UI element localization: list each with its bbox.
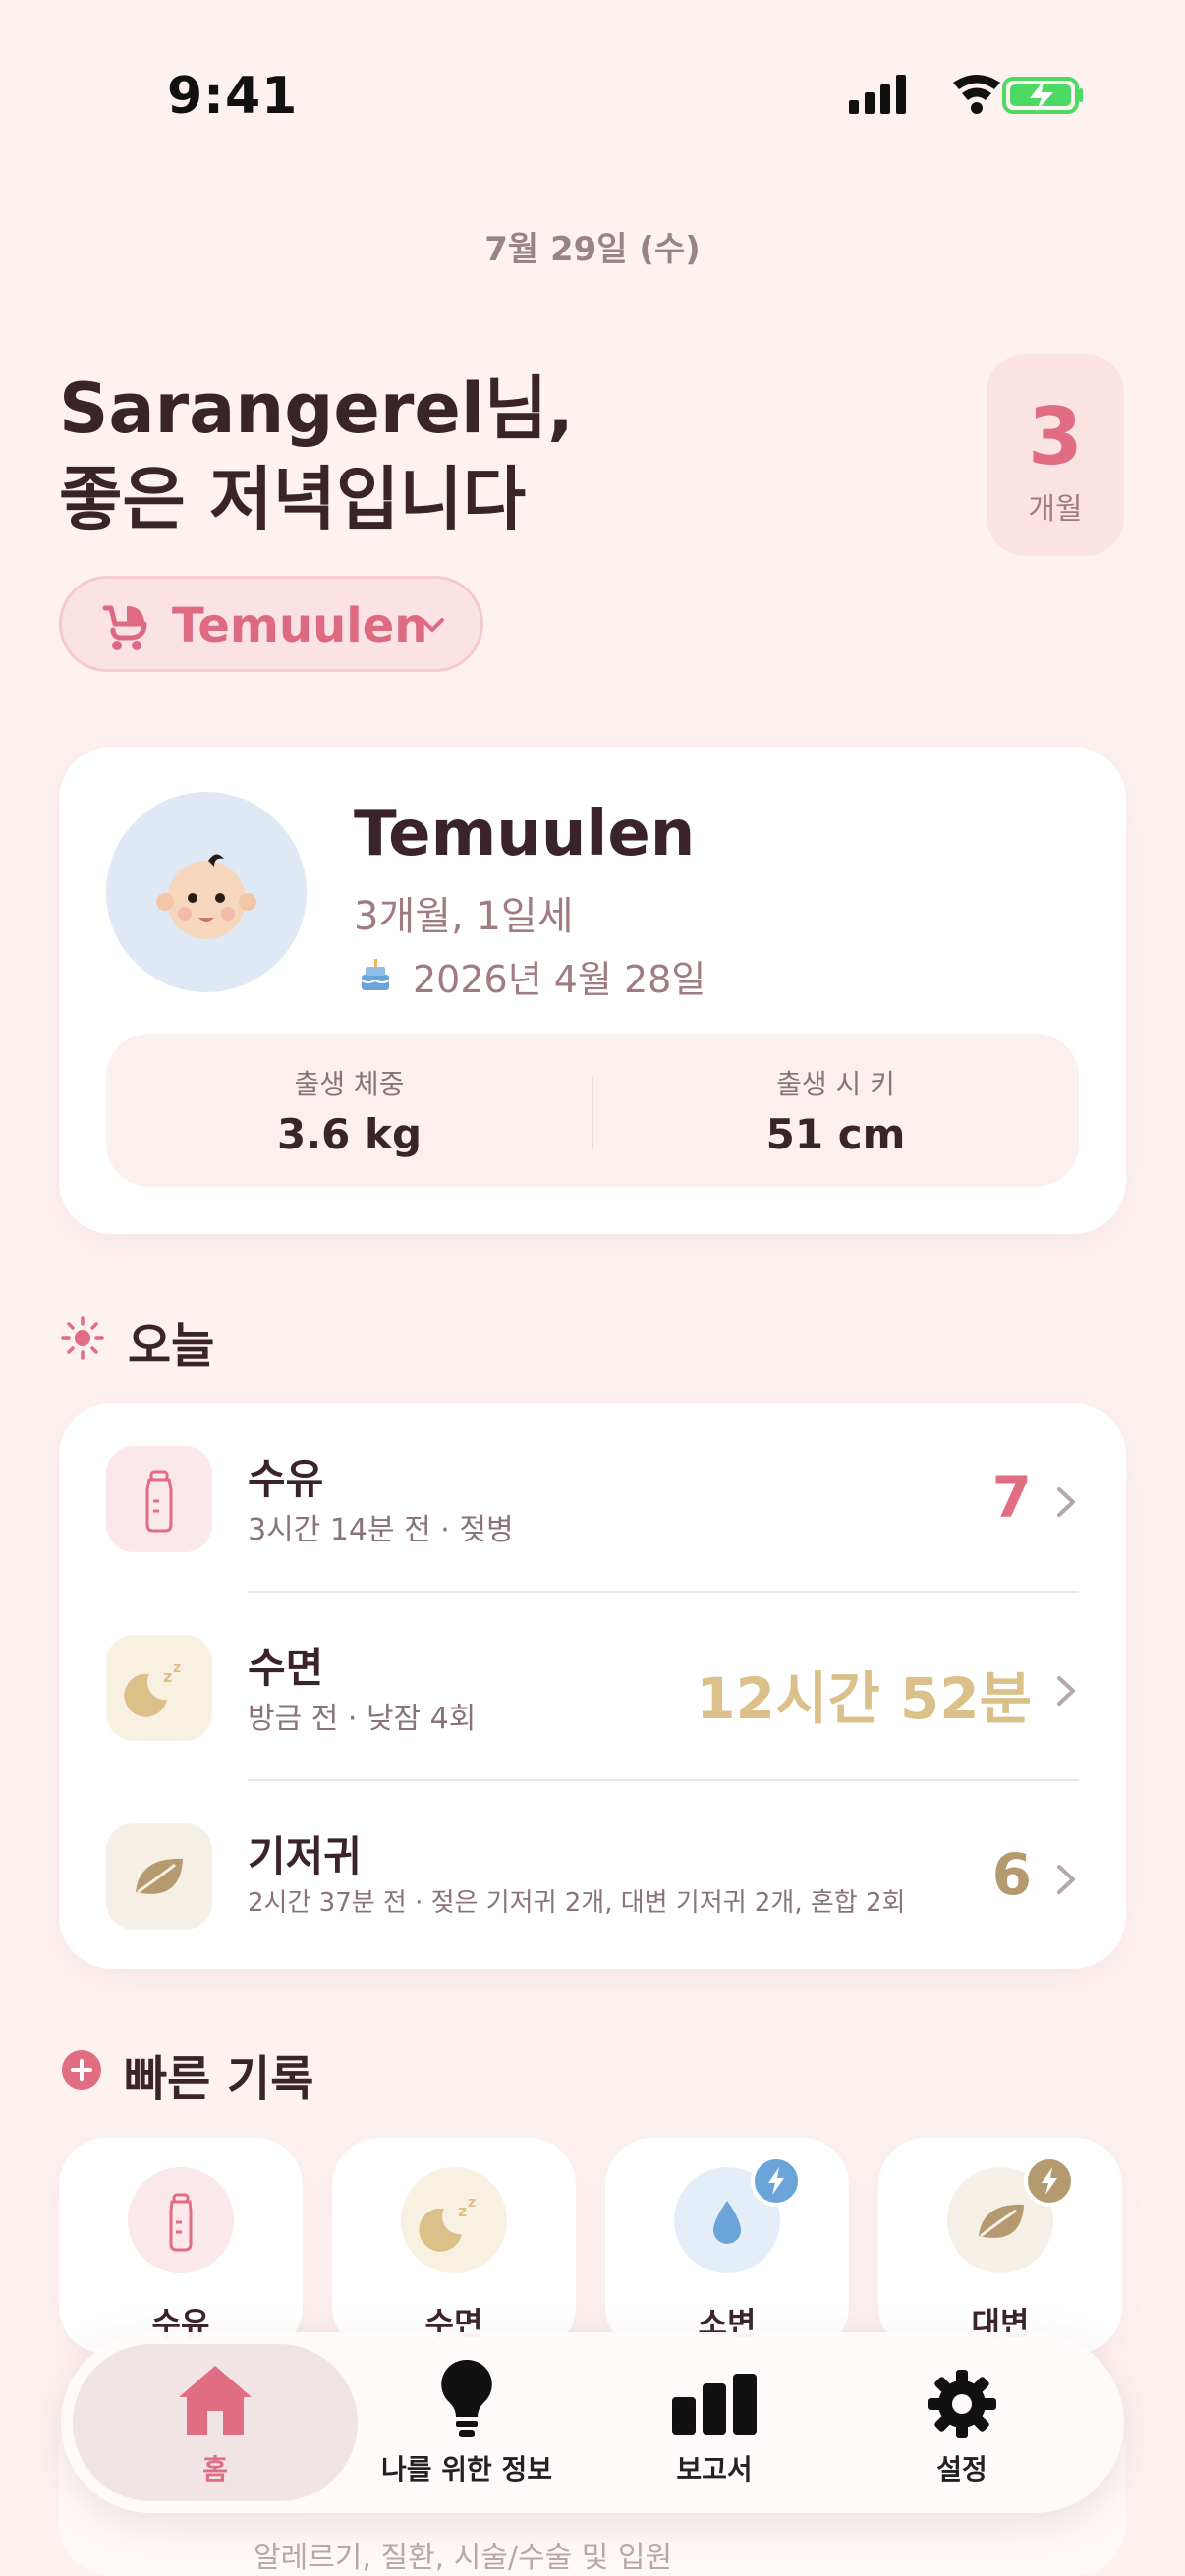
row-title: 기저귀 bbox=[248, 1832, 362, 1880]
svg-text:z: z bbox=[468, 2195, 476, 2211]
section-title-today: 오늘 bbox=[128, 1318, 215, 1373]
signal-icon bbox=[849, 75, 906, 114]
gear-icon bbox=[928, 2370, 996, 2438]
bolt-icon bbox=[1024, 2156, 1075, 2207]
wifi-icon bbox=[953, 75, 1000, 114]
greeting-line-1: Sarangerel님, bbox=[59, 368, 574, 449]
stat-label: 출생 체중 bbox=[294, 1068, 405, 1100]
profile-birthday: 2026년 4월 28일 bbox=[413, 958, 706, 1001]
svg-text:z: z bbox=[458, 2202, 467, 2220]
current-date: 7월 29일 (수) bbox=[484, 230, 701, 269]
bulb-icon bbox=[441, 2359, 492, 2437]
status-time: 9:41 bbox=[167, 67, 299, 126]
tab-label: 홈 bbox=[202, 2453, 228, 2486]
bottle-icon bbox=[128, 2167, 234, 2273]
stat-label: 출생 시 키 bbox=[776, 1068, 895, 1100]
stat-value: 51 cm bbox=[765, 1110, 906, 1158]
row-title: 수면 bbox=[248, 1644, 324, 1692]
leaf-icon bbox=[106, 1823, 212, 1930]
svg-text:z: z bbox=[163, 1667, 172, 1686]
chevron-right-icon bbox=[1057, 1676, 1075, 1706]
greeting: Sarangerel님, 좋은 저녁입니다 bbox=[59, 364, 574, 544]
tab-label: 설정 bbox=[936, 2453, 988, 2486]
quick-log-feeding[interactable]: 수유 bbox=[59, 2138, 303, 2354]
stroller-icon bbox=[102, 605, 147, 650]
home-icon bbox=[179, 2366, 252, 2435]
tab-settings[interactable]: 설정 bbox=[839, 2332, 1085, 2513]
stat-value: 3.6 kg bbox=[276, 1110, 423, 1158]
child-selector[interactable]: Temuulen bbox=[59, 576, 483, 672]
age-badge-unit: 개월 bbox=[1028, 492, 1083, 527]
plus-circle-icon bbox=[62, 2050, 101, 2090]
tab-home[interactable]: 홈 bbox=[92, 2332, 338, 2513]
bolt-icon bbox=[751, 2156, 802, 2207]
row-value: 6 bbox=[991, 1841, 1032, 1908]
age-badge: 3 개월 bbox=[987, 354, 1124, 556]
tab-bar: 홈 나를 위한 정보 보고서 설정 bbox=[61, 2332, 1124, 2513]
child-selector-name: Temuulen bbox=[172, 598, 428, 653]
tab-label: 나를 위한 정보 bbox=[380, 2453, 553, 2486]
tab-label: 보고서 bbox=[676, 2453, 753, 2486]
greeting-line-2: 좋은 저녁입니다 bbox=[59, 459, 527, 539]
section-title-quick-log: 빠른 기록 bbox=[124, 2051, 314, 2106]
today-row-diaper[interactable]: 기저귀 2시간 37분 전 · 젖은 기저귀 2개, 대변 기저귀 2개, 혼합… bbox=[59, 1780, 1126, 1969]
today-row-feeding[interactable]: 수유 3시간 14분 전 · 젖병 7 bbox=[59, 1403, 1126, 1592]
health-record-subtitle: 알레르기, 질환, 시술/수술 및 입원 bbox=[254, 2541, 673, 2575]
battery-icon bbox=[1002, 77, 1083, 114]
chevron-down-icon bbox=[421, 618, 444, 632]
stat-birth-height: 출생 시 키 51 cm bbox=[592, 1063, 1079, 1158]
row-subtitle: 방금 전 · 낮잠 4회 bbox=[248, 1702, 477, 1736]
birth-stats: 출생 체중 3.6 kg 출생 시 키 51 cm bbox=[106, 1034, 1079, 1187]
moon-icon: z z bbox=[401, 2167, 507, 2273]
stat-birth-weight: 출생 체중 3.6 kg bbox=[106, 1063, 592, 1158]
row-subtitle: 3시간 14분 전 · 젖병 bbox=[248, 1513, 514, 1547]
chart-icon bbox=[672, 2374, 757, 2435]
svg-text:z: z bbox=[173, 1660, 181, 1676]
quick-log-stool[interactable]: 대변 bbox=[878, 2138, 1122, 2354]
quick-log-sleep[interactable]: z z 수면 bbox=[332, 2138, 576, 2354]
chevron-right-icon bbox=[1057, 1865, 1075, 1894]
profile-age: 3개월, 1일세 bbox=[354, 894, 574, 939]
today-row-sleep[interactable]: z z 수면 방금 전 · 낮잠 4회 12시간 52분 bbox=[59, 1592, 1126, 1780]
quick-log-urine[interactable]: 소변 bbox=[605, 2138, 849, 2354]
row-subtitle: 2시간 37분 전 · 젖은 기저귀 2개, 대변 기저귀 2개, 혼합 2회 bbox=[248, 1888, 906, 1918]
row-value: 12시간 52분 bbox=[696, 1665, 1032, 1732]
baby-face-icon bbox=[156, 854, 256, 939]
moon-icon: z z bbox=[106, 1635, 212, 1741]
cake-icon bbox=[361, 959, 390, 990]
avatar bbox=[106, 792, 307, 992]
chevron-right-icon bbox=[1057, 1487, 1075, 1517]
status-icons bbox=[849, 75, 1083, 114]
tab-reports[interactable]: 보고서 bbox=[592, 2332, 837, 2513]
sun-icon bbox=[61, 1316, 104, 1360]
profile-name: Temuulen bbox=[354, 798, 696, 870]
age-badge-value: 3 bbox=[1028, 391, 1083, 482]
row-value: 7 bbox=[991, 1464, 1032, 1531]
row-title: 수유 bbox=[248, 1455, 324, 1503]
bottle-icon bbox=[106, 1446, 212, 1552]
tab-info[interactable]: 나를 위한 정보 bbox=[344, 2332, 590, 2513]
